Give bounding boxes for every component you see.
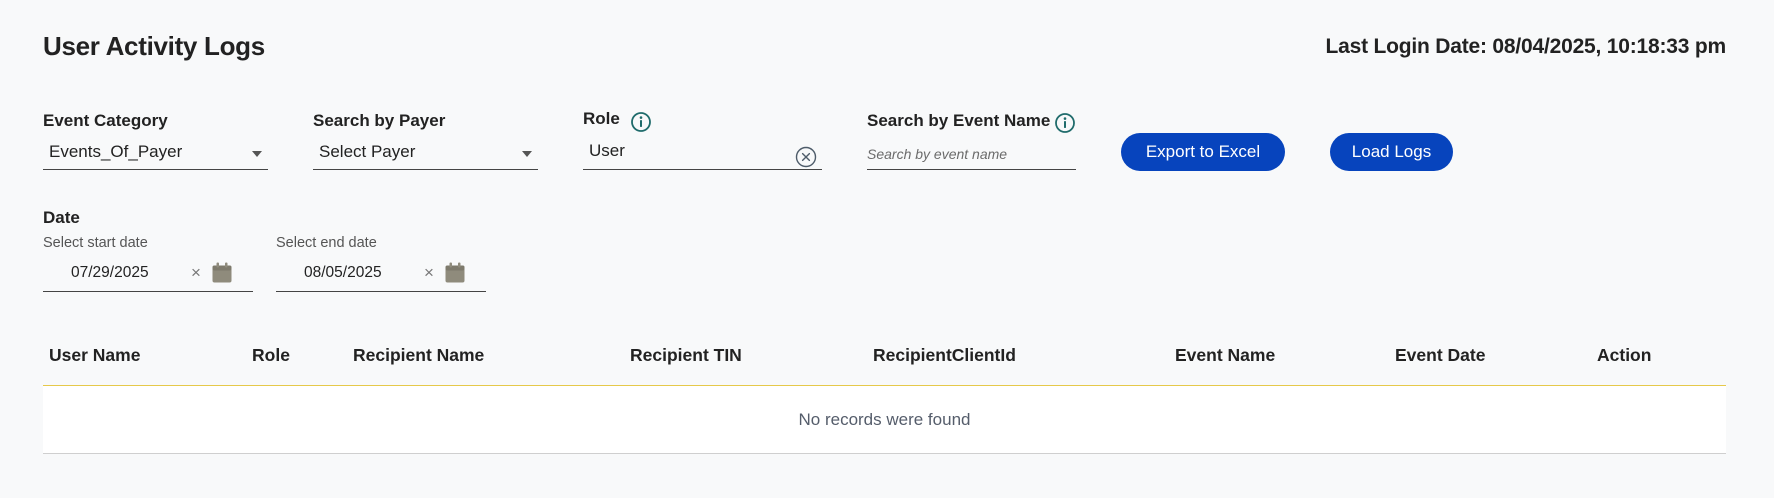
clear-start-date-icon[interactable]: × [191, 263, 201, 283]
event-name-label: Search by Event Name [867, 111, 1051, 130]
start-date-value: 07/29/2025 [71, 264, 149, 281]
export-to-excel-button[interactable]: Export to Excel [1121, 133, 1285, 171]
last-login-date: Last Login Date: 08/04/2025, 10:18:33 pm [1325, 35, 1726, 58]
info-circle-icon[interactable] [630, 111, 652, 133]
column-header-recipient-name[interactable]: Recipient Name [353, 345, 484, 366]
close-circle-icon[interactable] [795, 146, 817, 168]
payer-label: Search by Payer [313, 111, 446, 130]
start-date-picker[interactable]: 07/29/2025 × [43, 258, 253, 292]
column-header-recipient-client-id[interactable]: RecipientClientId [873, 345, 1016, 366]
event-name-input[interactable] [867, 140, 1076, 168]
column-header-recipient-tin[interactable]: Recipient TIN [630, 345, 742, 366]
caret-down-icon [522, 151, 532, 157]
payer-select[interactable]: Select Payer [313, 140, 538, 170]
event-category-value: Events_Of_Payer [49, 142, 183, 161]
column-header-event-name[interactable]: Event Name [1175, 345, 1275, 366]
column-header-action[interactable]: Action [1597, 345, 1651, 366]
end-date-picker[interactable]: 08/05/2025 × [276, 258, 486, 292]
clear-end-date-icon[interactable]: × [424, 263, 434, 283]
payer-value: Select Payer [319, 142, 416, 161]
page-title: User Activity Logs [43, 31, 265, 61]
column-header-event-date[interactable]: Event Date [1395, 345, 1485, 366]
calendar-icon[interactable] [444, 262, 466, 284]
calendar-icon[interactable] [211, 262, 233, 284]
role-label: Role [583, 109, 620, 128]
load-logs-button[interactable]: Load Logs [1330, 133, 1453, 171]
table-body: No records were found [43, 386, 1726, 454]
date-label: Date [43, 208, 80, 227]
role-field[interactable]: User [583, 140, 822, 170]
event-name-search[interactable] [867, 140, 1076, 170]
empty-state-message: No records were found [798, 410, 971, 429]
start-date-label: Select start date [43, 235, 148, 251]
event-category-select[interactable]: Events_Of_Payer [43, 140, 268, 170]
end-date-value: 08/05/2025 [304, 264, 382, 281]
table-header: User Name Role Recipient Name Recipient … [43, 338, 1726, 386]
column-header-role[interactable]: Role [252, 345, 290, 366]
info-circle-icon[interactable] [1054, 112, 1076, 134]
event-category-label: Event Category [43, 111, 168, 130]
column-header-user-name[interactable]: User Name [49, 345, 140, 366]
role-value: User [589, 141, 625, 160]
end-date-label: Select end date [276, 235, 377, 251]
caret-down-icon [252, 151, 262, 157]
